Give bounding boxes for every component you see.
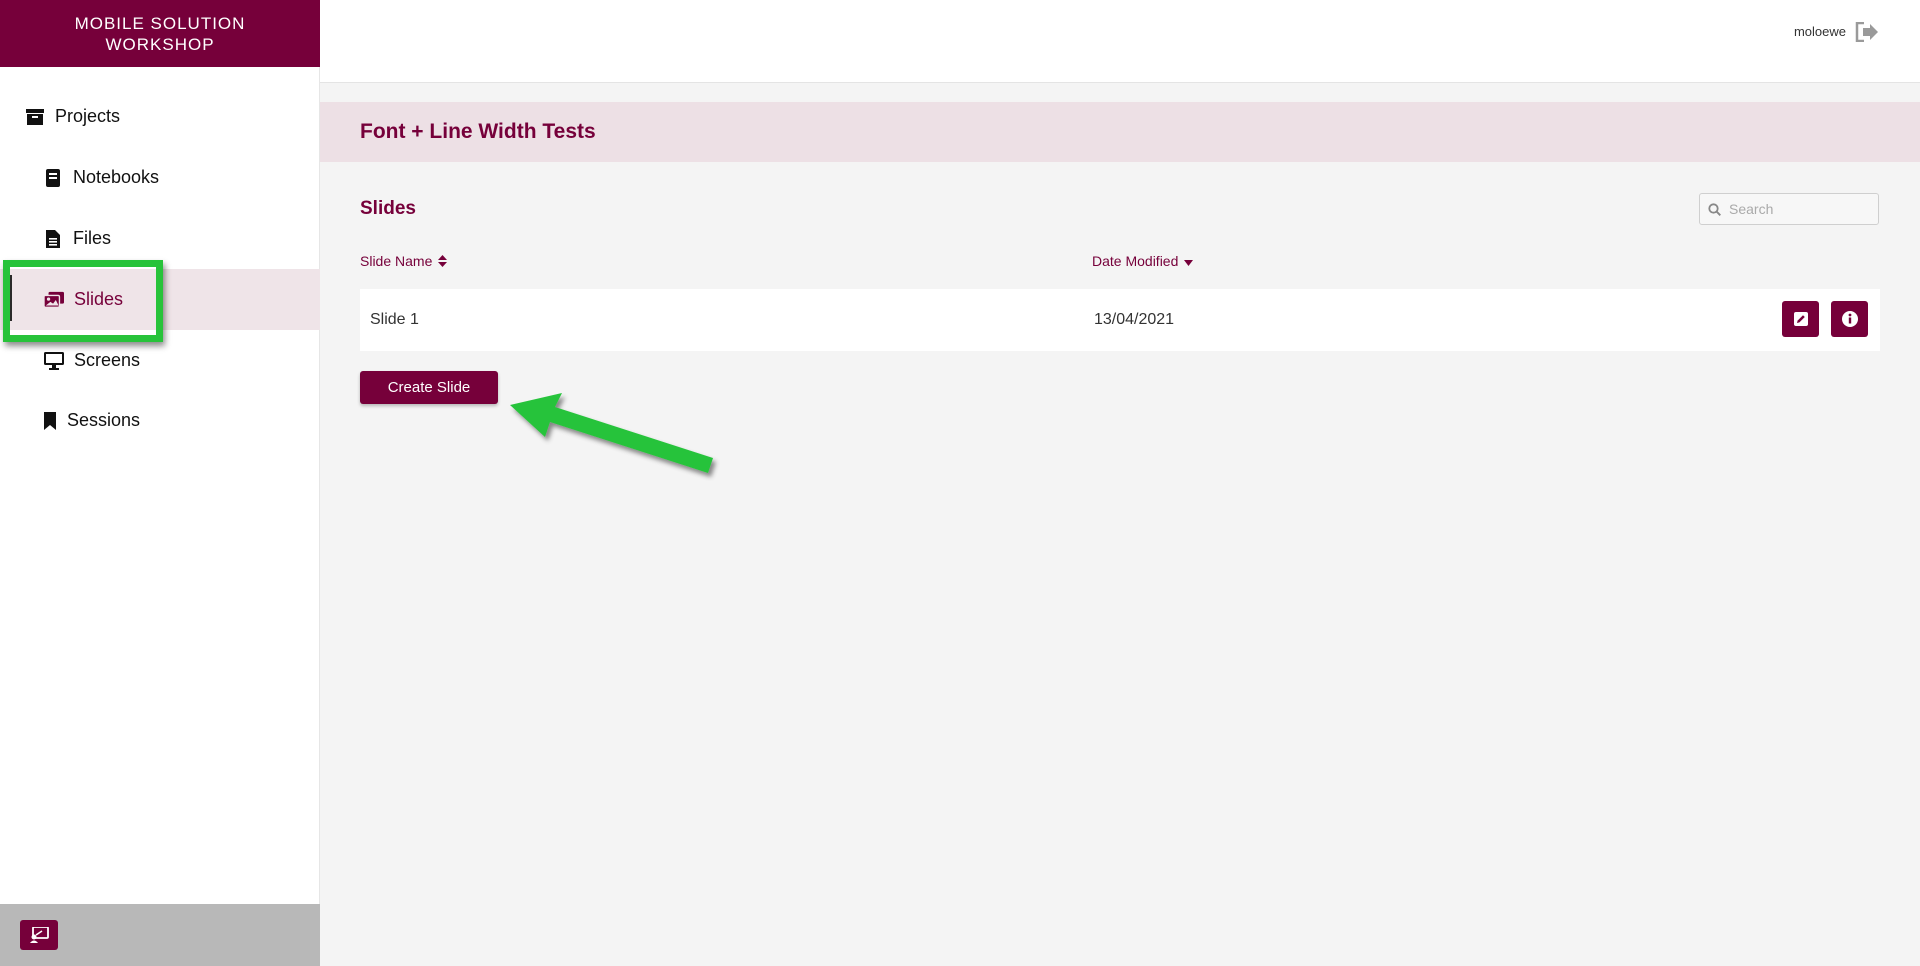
column-header-slide-name[interactable]: Slide Name [360, 253, 448, 269]
sidebar-item-projects[interactable]: Projects [0, 86, 320, 147]
date-modified-cell: 13/04/2021 [1094, 311, 1175, 328]
file-icon [43, 229, 63, 249]
archive-icon [25, 107, 45, 127]
table-row[interactable]: Slide 1 13/04/2021 [360, 289, 1880, 351]
sidebar-footer [0, 904, 320, 966]
monitor-icon [44, 351, 64, 371]
sidebar-item-label: Screens [74, 350, 141, 370]
sort-down-icon [1184, 256, 1194, 266]
bookmark-icon [43, 411, 57, 431]
top-bar: moloewe [320, 0, 1920, 83]
brand-line-2: WORKSHOP [105, 35, 215, 54]
brand-line-1: MOBILE SOLUTION [74, 14, 246, 33]
section-title: Slides [360, 198, 416, 219]
column-header-label: Date Modified [1092, 253, 1179, 269]
column-header-date-modified[interactable]: Date Modified [1092, 253, 1194, 269]
sidebar-item-sessions[interactable]: Sessions [0, 390, 320, 451]
username: moloewe [1793, 24, 1846, 39]
search-input[interactable] [1729, 201, 1869, 217]
slide-name-cell: Slide 1 [370, 311, 419, 328]
sign-out-icon[interactable] [1854, 20, 1880, 44]
info-button[interactable] [1831, 301, 1868, 337]
brand-logo[interactable]: MOBILE SOLUTION WORKSHOP [0, 0, 320, 67]
project-title: Font + Line Width Tests [360, 120, 596, 143]
highlight-box [3, 260, 163, 342]
sidebar-item-label: Files [73, 228, 112, 248]
sidebar-item-notebooks[interactable]: Notebooks [0, 147, 320, 208]
sidebar: MOBILE SOLUTION WORKSHOP Projects Notebo… [0, 0, 320, 966]
sidebar-item-label: Projects [55, 106, 121, 126]
project-header: Font + Line Width Tests [320, 102, 1920, 162]
sidebar-item-label: Notebooks [73, 167, 160, 187]
sidebar-item-label: Sessions [67, 410, 141, 430]
annotation-arrow-icon [510, 393, 713, 473]
create-slide-button[interactable]: Create Slide [360, 371, 498, 404]
search-icon [1708, 202, 1721, 216]
sort-both-icon [438, 255, 448, 267]
column-header-label: Slide Name [360, 253, 433, 269]
book-icon [43, 168, 63, 188]
edit-button[interactable] [1782, 301, 1819, 337]
edit-icon [1793, 311, 1809, 327]
presentation-button[interactable] [20, 920, 58, 950]
presentation-icon [29, 927, 49, 943]
info-icon [1841, 310, 1859, 328]
search-box[interactable] [1699, 193, 1879, 225]
